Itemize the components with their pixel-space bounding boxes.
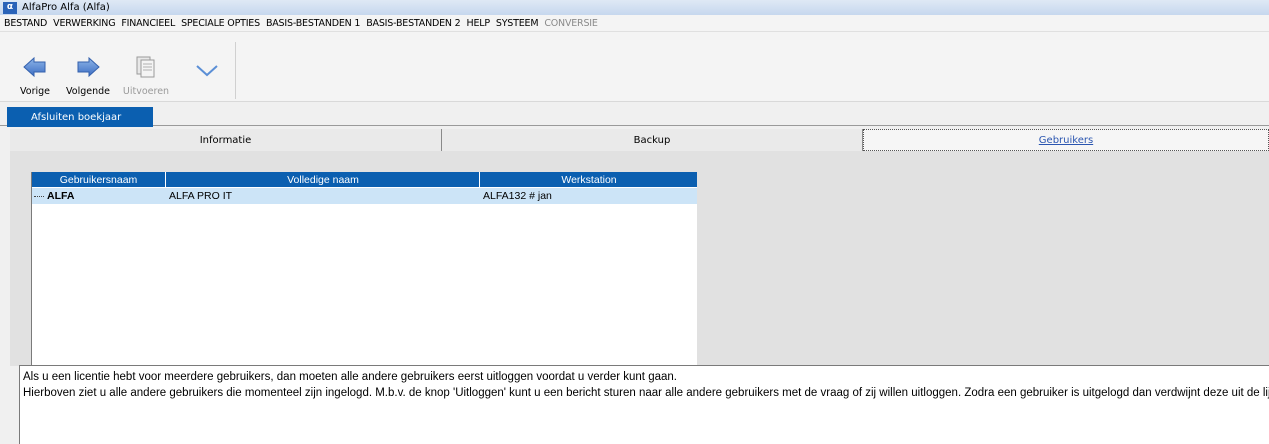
subtab-bar: Informatie Backup Gebruikers — [10, 129, 1269, 151]
menu-bestand[interactable]: BESTAND — [4, 18, 47, 29]
menu-financieel[interactable]: FINANCIEEL — [121, 18, 175, 29]
info-text-line-1: Als u een licentie hebt voor meerdere ge… — [23, 371, 677, 383]
execute-label: Uitvoeren — [122, 86, 170, 97]
info-text-line-2: Hierboven ziet u alle andere gebruikers … — [23, 387, 1269, 399]
table-row[interactable]: ALFA ALFA PRO IT ALFA132 # jan — [32, 188, 697, 204]
tab-backup[interactable]: Backup — [442, 129, 863, 151]
username-text: ALFA — [47, 190, 75, 202]
users-table[interactable]: Gebruikersnaam Volledige naam Werkstatio… — [31, 172, 697, 365]
menu-conversie: CONVERSIE — [544, 17, 598, 29]
cell-fullname: ALFA PRO IT — [169, 190, 233, 202]
menu-verwerking[interactable]: VERWERKING — [53, 18, 115, 29]
column-header-workstation[interactable]: Werkstation — [481, 172, 697, 187]
cell-username: ALFA — [32, 188, 166, 204]
toolbar-group: Vorige Volgende Uitvoeren — [10, 42, 236, 99]
column-header-fullname[interactable]: Volledige naam — [167, 172, 480, 187]
app-logo-icon: α — [3, 1, 17, 14]
tab-gebruikers[interactable]: Gebruikers — [863, 129, 1269, 151]
main-tabstrip: Afsluiten boekjaar — [0, 103, 1269, 127]
tab-informatie[interactable]: Informatie — [10, 129, 442, 151]
cell-workstation: ALFA132 # jan — [483, 190, 552, 202]
arrow-right-icon — [77, 56, 100, 78]
document-icon — [136, 56, 155, 78]
arrow-left-icon — [23, 56, 46, 78]
next-label: Volgende — [66, 86, 110, 97]
title-bar: α AlfaPro Alfa (Alfa) — [0, 0, 1269, 15]
chevron-down-icon — [196, 65, 218, 77]
tab-afsluiten-boekjaar[interactable]: Afsluiten boekjaar — [7, 107, 153, 127]
column-header-username[interactable]: Gebruikersnaam — [32, 172, 166, 187]
menu-speciale-opties[interactable]: SPECIALE OPTIES — [181, 18, 260, 29]
menu-systeem[interactable]: SYSTEEM — [496, 18, 539, 29]
prev-button[interactable]: Vorige — [13, 42, 57, 98]
menu-bar: BESTAND VERWERKING FINANCIEEL SPECIALE O… — [0, 15, 1269, 32]
window-title: AlfaPro Alfa (Alfa) — [22, 2, 110, 13]
execute-button[interactable]: Uitvoeren — [118, 42, 174, 98]
toolbar: Vorige Volgende Uitvoeren — [0, 32, 1269, 102]
menu-basis-bestanden-2[interactable]: BASIS-BESTANDEN 2 — [366, 18, 460, 29]
info-panel: Als u een licentie hebt voor meerdere ge… — [19, 365, 1269, 444]
more-button[interactable] — [192, 42, 222, 98]
next-button[interactable]: Volgende — [60, 42, 116, 98]
tree-connector — [34, 195, 44, 197]
menu-basis-bestanden-1[interactable]: BASIS-BESTANDEN 1 — [266, 18, 360, 29]
prev-label: Vorige — [20, 86, 50, 97]
table-header: Gebruikersnaam Volledige naam Werkstatio… — [32, 172, 697, 187]
menu-help[interactable]: HELP — [467, 18, 491, 29]
